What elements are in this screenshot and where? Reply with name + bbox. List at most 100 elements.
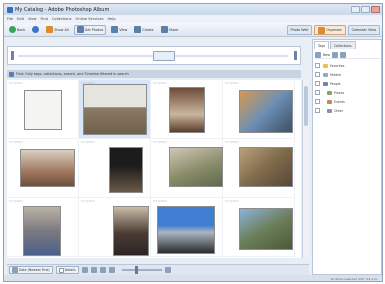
tag-item-places[interactable]: Places [313,88,381,97]
photo-cell[interactable]: 5/7/2003 [79,198,151,257]
maximize-button[interactable] [361,6,370,13]
checkbox-icon [58,267,64,273]
tag-checkbox[interactable] [315,108,320,113]
tab-organize[interactable]: Organize [314,25,346,35]
photo-thumbnail [169,147,223,187]
create-icon [134,26,142,33]
menu-file[interactable]: File [7,17,13,21]
photo-cell[interactable]: 5/7/2003 [151,80,223,139]
photo-thumbnail [239,147,293,187]
details-checkbox[interactable]: Details [55,266,79,274]
close-button[interactable] [371,6,380,13]
rotate-right-icon[interactable] [90,267,97,273]
tag-checkbox[interactable] [315,63,320,68]
people-icon [323,81,328,86]
photo-cell[interactable]: 5/7/2003 [79,80,151,139]
find-icon [9,71,14,77]
zoom-slider[interactable] [121,266,162,274]
timeline-right-handle[interactable] [294,51,297,60]
tag-checkbox[interactable] [315,81,320,86]
organize-panel: Tags Collections New Favorites Hidden Pe… [312,39,382,275]
photo-grid: 5/7/2003 5/7/2003 5/7/2003 5/7/2003 5/7/… [7,80,301,258]
timeline[interactable] [7,46,301,65]
menu-collections[interactable]: Collections [52,17,72,21]
photo-thumbnail [23,206,61,256]
tab-photo-well[interactable]: Photo Well [286,25,313,35]
delete-tag-icon[interactable] [339,51,346,58]
places-icon [327,90,332,95]
trash-icon[interactable] [99,267,106,273]
tag-item-favorites[interactable]: Favorites [313,61,381,70]
tag-checkbox[interactable] [315,72,320,77]
share-button[interactable]: Share [159,25,181,35]
menu-find[interactable]: Find [41,17,48,21]
tab-collections[interactable]: Collections [330,41,356,49]
menu-view[interactable]: View [28,17,37,21]
app-window: My Catalog - Adobe Photoshop Album File … [3,3,383,282]
events-icon [327,99,332,104]
organize-icon [318,26,326,34]
refresh-icon [32,26,40,33]
tag-checkbox[interactable] [315,99,320,104]
tag-item-other[interactable]: Other [313,106,381,115]
sort-dropdown[interactable]: Date (Newest First) [9,266,53,274]
photo-cell[interactable]: 5/7/2003 [7,139,79,198]
status-bar: 10 items selected 4/07 .04 a.m. [4,275,382,281]
tab-calendar[interactable]: Calendar View [347,25,380,35]
get-photos-button[interactable]: Get Photos [73,24,107,35]
show-all-button[interactable]: Show All [44,25,70,35]
sort-icon [12,267,18,273]
photo-cell[interactable]: 5/7/2003 [7,198,79,257]
window-title: My Catalog - Adobe Photoshop Album [15,6,110,13]
view-icon [111,26,119,33]
edit-tag-icon[interactable] [331,51,338,58]
photo-cell[interactable]: 5/7/2003 [151,198,223,257]
menu-bar: File Edit View Find Collections Online S… [4,15,382,23]
timeline-left-handle[interactable] [11,51,14,60]
menu-edit[interactable]: Edit [17,17,24,21]
photo-cell[interactable]: 5/7/2003 [223,139,295,198]
zoom-in-icon[interactable] [164,267,171,273]
menu-help[interactable]: Help [107,17,115,21]
home-icon [46,26,54,33]
photo-cell[interactable]: 5/7/2003 [151,139,223,198]
photo-thumbnail [113,206,149,256]
star-icon [323,63,328,68]
photo-cell[interactable]: 5/7/2003 [7,80,79,139]
create-button[interactable]: Create [132,25,155,35]
tag-item-events[interactable]: Events [313,97,381,106]
tab-tags[interactable]: Tags [314,41,330,49]
photo-cell[interactable]: 5/7/2003 [223,198,295,257]
scrollbar-thumb[interactable] [304,86,308,126]
refresh-button[interactable] [30,25,41,35]
tag-item-hidden[interactable]: Hidden [313,70,381,79]
grid-scrollbar[interactable] [302,80,309,258]
share-icon [160,26,168,33]
camera-icon [76,26,84,33]
window-controls [351,6,380,13]
photo-thumbnail [20,149,75,187]
photo-thumbnail [169,87,205,133]
view-button[interactable]: View [109,25,129,35]
zoom-slider-thumb[interactable] [134,266,138,274]
bottom-toolbar: Date (Newest First) Details [7,264,309,275]
new-tag-icon[interactable] [315,51,321,58]
photo-cell[interactable]: 5/7/2003 [223,80,295,139]
back-button[interactable]: Back [7,25,27,35]
rotate-left-icon[interactable] [81,267,88,273]
tag-item-people[interactable]: People [313,79,381,88]
timeline-selector[interactable] [153,51,175,61]
panel-tabs: Tags Collections [314,41,356,49]
other-icon [327,108,332,113]
menu-online-services[interactable]: Online Services [76,17,104,21]
app-logo-icon [7,6,13,13]
tag-tree: Favorites Hidden People Places Events Ot… [313,61,381,115]
tag-checkbox[interactable] [315,90,320,95]
photo-thumbnail [109,147,143,193]
photo-thumbnail [157,206,215,254]
zoom-out-icon[interactable] [108,267,115,273]
photo-thumbnail [239,90,293,133]
photo-cell[interactable]: 5/7/2003 [79,139,151,198]
minimize-button[interactable] [351,6,360,13]
status-text: 10 items selected 4/07 .04 a.m. [330,277,378,281]
